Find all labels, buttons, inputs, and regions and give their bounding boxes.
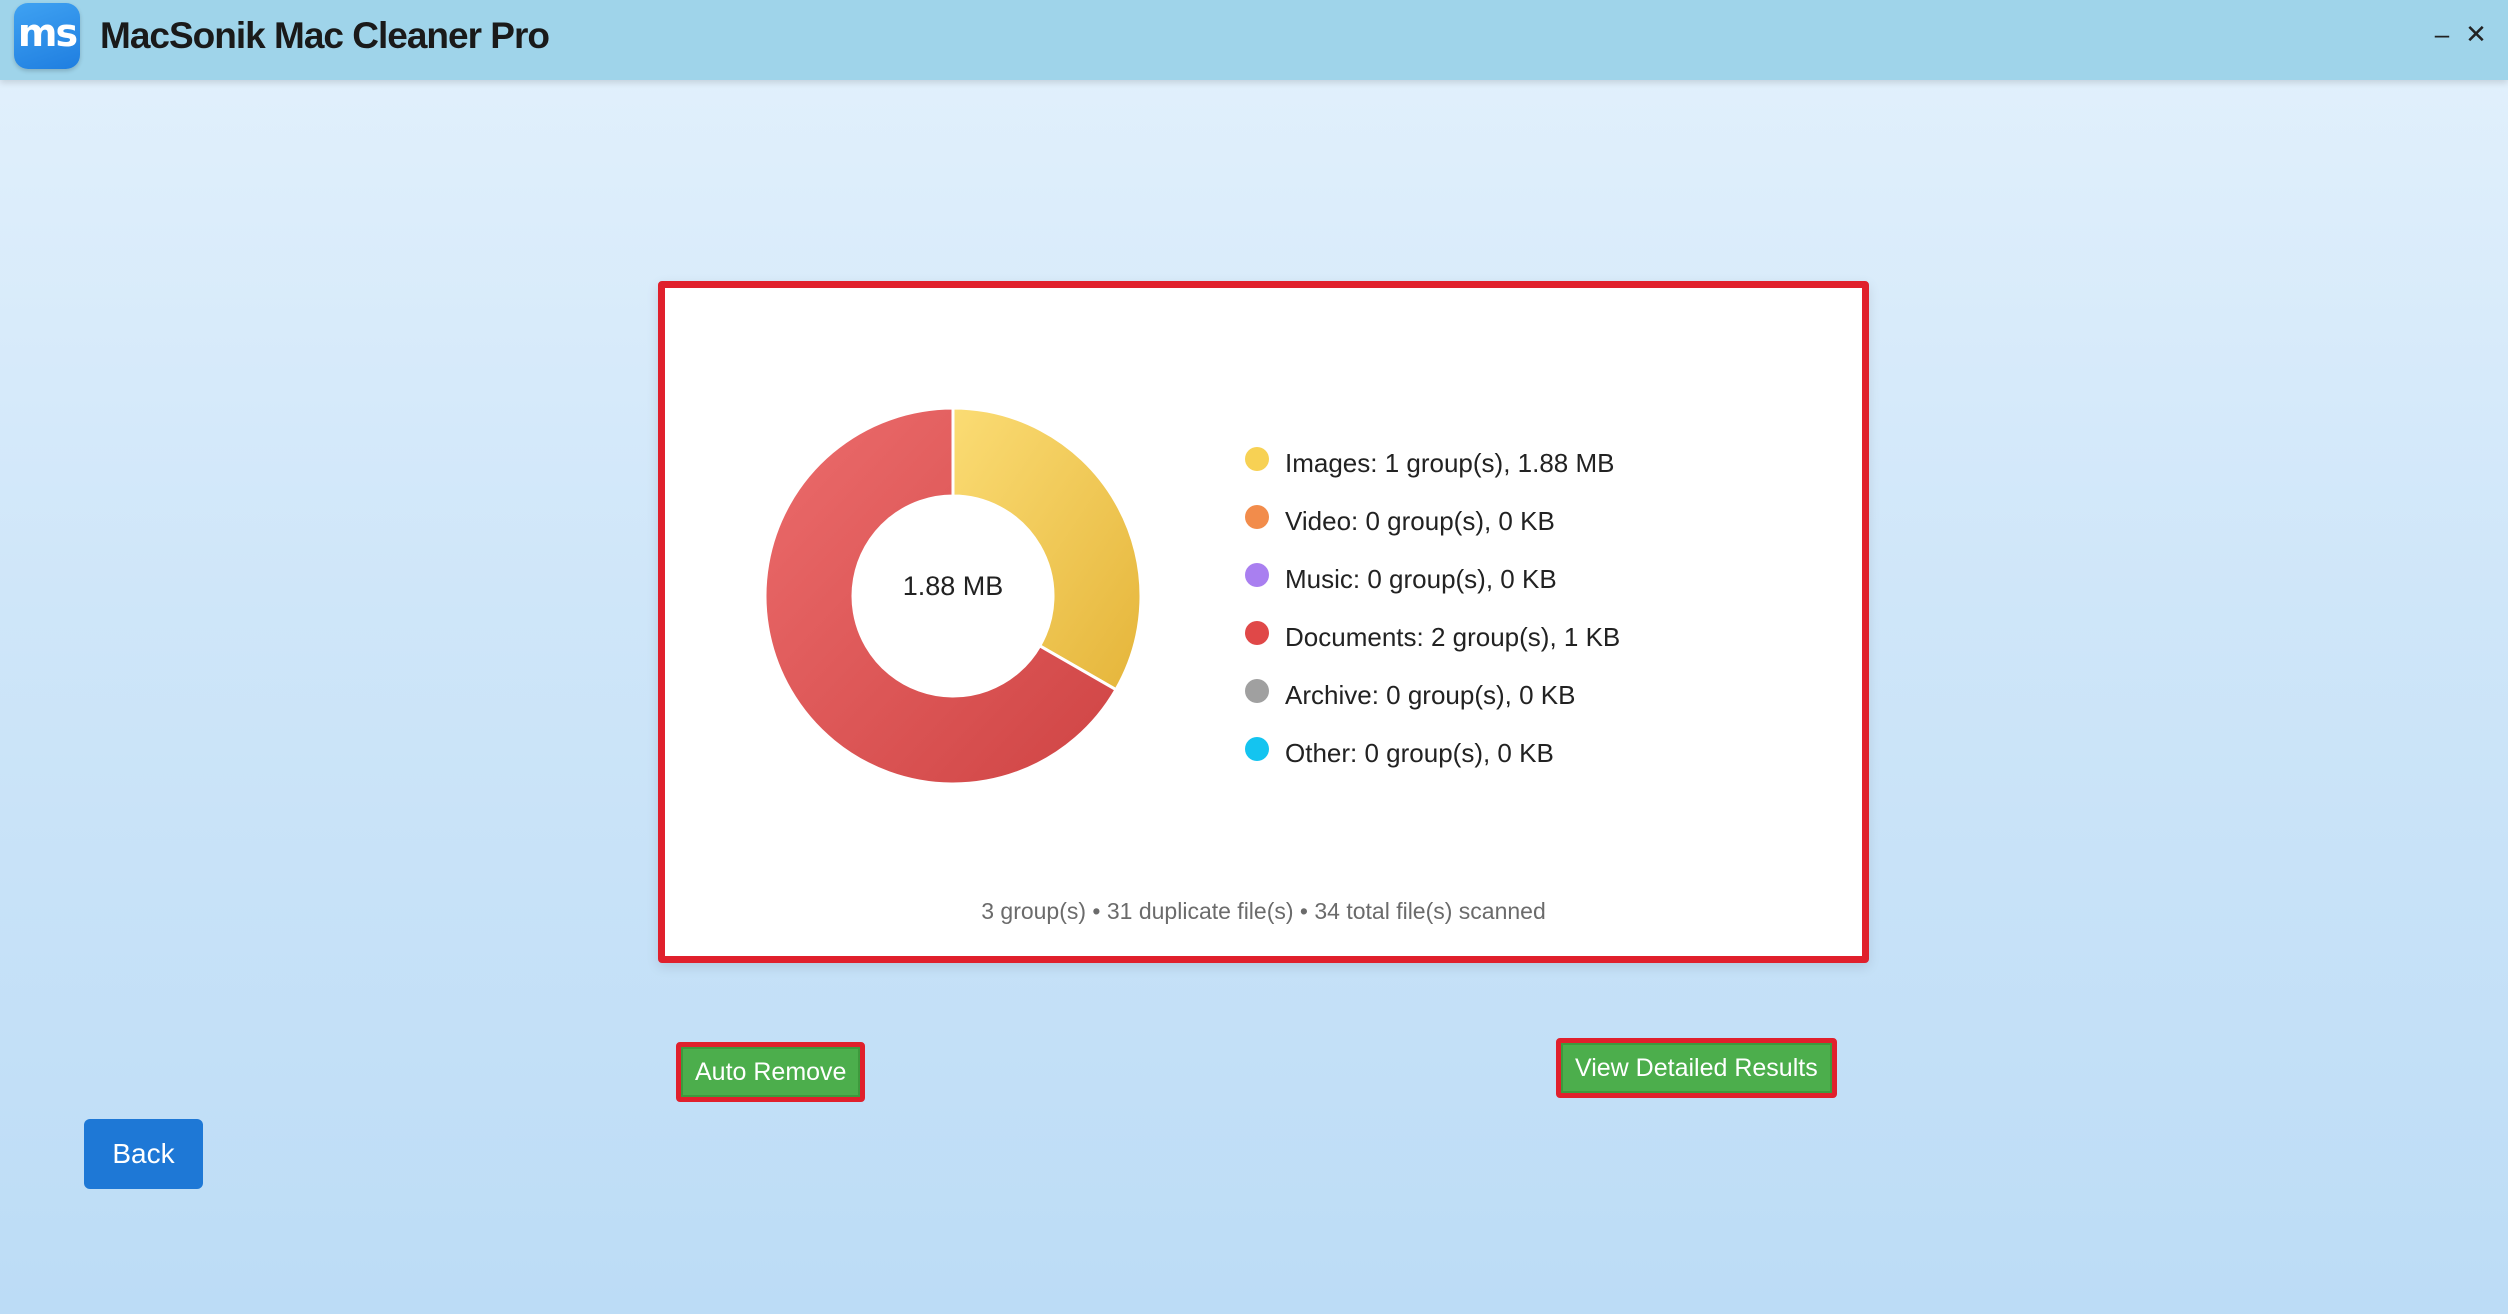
legend-item-archive: Archive: 0 group(s), 0 KB	[1245, 666, 1620, 724]
legend-dot-music	[1245, 563, 1269, 587]
legend-label: Video: 0 group(s), 0 KB	[1285, 506, 1555, 536]
legend-label: Images: 1 group(s), 1.88 MB	[1285, 448, 1615, 478]
legend-item-music: Music: 0 group(s), 0 KB	[1245, 550, 1620, 608]
legend-item-video: Video: 0 group(s), 0 KB	[1245, 492, 1620, 550]
auto-remove-button[interactable]: Auto Remove	[676, 1042, 866, 1102]
legend-label: Archive: 0 group(s), 0 KB	[1285, 680, 1576, 710]
title-bar: ms MacSonik Mac Cleaner Pro – ✕	[0, 0, 2508, 80]
view-detailed-results-button[interactable]: View Detailed Results	[1556, 1038, 1837, 1098]
close-icon[interactable]: ✕	[2456, 14, 2496, 54]
legend-item-documents: Documents: 2 group(s), 1 KB	[1245, 608, 1620, 666]
legend-label: Documents: 2 group(s), 1 KB	[1285, 622, 1621, 652]
app-logo-icon: ms	[14, 3, 80, 69]
results-card: 1.88 MB Images: 1 group(s), 1.88 MB Vide…	[658, 281, 1869, 963]
back-button[interactable]: Back	[84, 1119, 203, 1189]
legend-dot-video	[1245, 505, 1269, 529]
legend-dot-images	[1245, 447, 1269, 471]
legend-dot-other	[1245, 737, 1269, 761]
chart-legend: Images: 1 group(s), 1.88 MB Video: 0 gro…	[1245, 434, 1620, 782]
legend-label: Other: 0 group(s), 0 KB	[1285, 738, 1554, 768]
legend-dot-archive	[1245, 679, 1269, 703]
legend-label: Music: 0 group(s), 0 KB	[1285, 564, 1557, 594]
legend-item-images: Images: 1 group(s), 1.88 MB	[1245, 434, 1620, 492]
legend-item-other: Other: 0 group(s), 0 KB	[1245, 724, 1620, 782]
donut-center-label: 1.88 MB	[902, 571, 1004, 601]
scan-summary: 3 group(s) • 31 duplicate file(s) • 34 t…	[981, 898, 1546, 924]
donut-slice-images	[951, 406, 1143, 692]
legend-dot-documents	[1245, 621, 1269, 645]
app-title: MacSonik Mac Cleaner Pro	[100, 15, 550, 56]
